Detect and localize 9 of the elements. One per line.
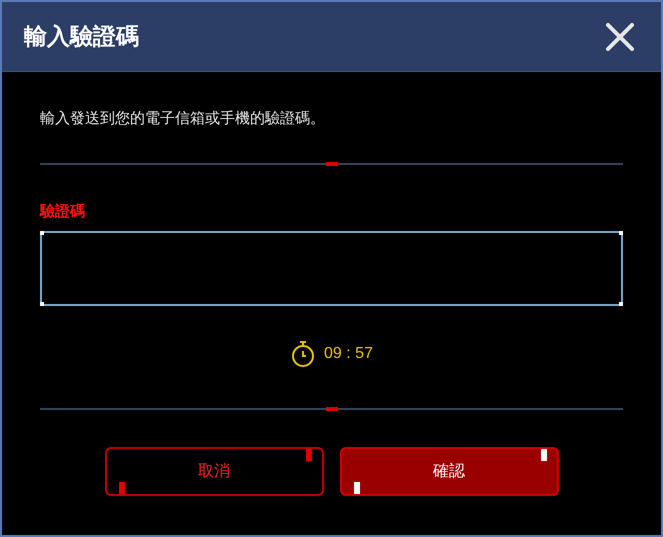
field-label: 驗證碼 (40, 202, 86, 222)
instruction-text: 輸入發送到您的電子信箱或手機的驗證碼。 (40, 109, 326, 129)
input-field[interactable] (40, 231, 623, 306)
dialog-title: 輸入驗證碼 (24, 22, 139, 52)
close-icon[interactable] (605, 22, 635, 52)
confirm-button[interactable]: 確認 (340, 447, 558, 496)
cancel-button[interactable]: 取消 (104, 447, 324, 496)
stopwatch-icon (290, 340, 316, 368)
countdown-timer: 09 : 57 (324, 344, 373, 364)
